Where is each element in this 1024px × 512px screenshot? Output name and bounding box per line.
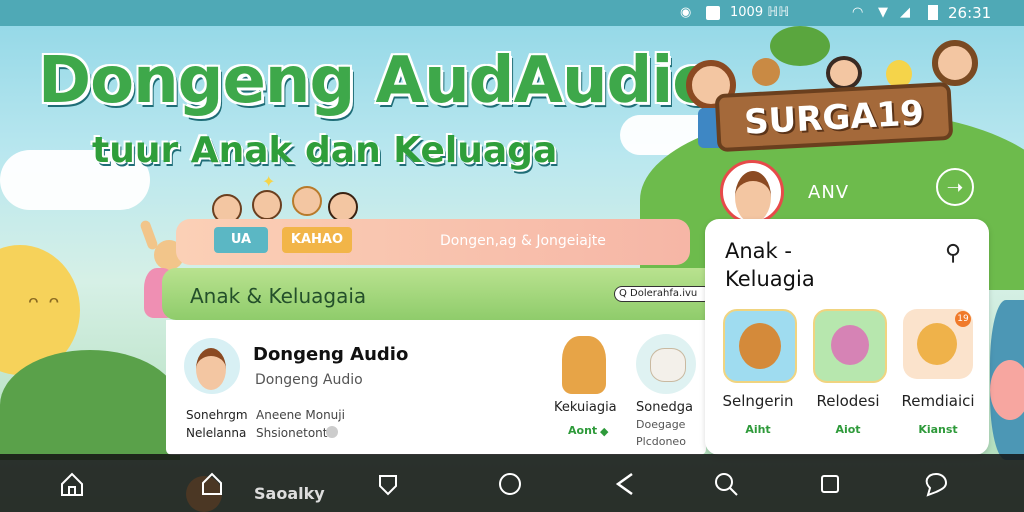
thumb-label-2: Sonedga (636, 400, 693, 415)
peek-label: Saoalky (254, 484, 325, 503)
status-left-text: 1009 ℍℍ (730, 5, 790, 20)
tile-badge: 19 (955, 311, 971, 327)
kid-illustration (826, 56, 862, 90)
meta-value-2: Shsionetonto (256, 426, 335, 440)
back-arrow-icon[interactable] (610, 470, 638, 498)
category-title: Anak & Keluagaia (190, 284, 367, 308)
battery-icon (928, 5, 938, 20)
back-triangle-icon[interactable] (374, 470, 402, 498)
sun-face-icon: ᵔ ᵔ (28, 290, 61, 323)
panel-title: Anak - Keluagia (725, 239, 815, 291)
meta-label-1: Sonehrgm (186, 408, 248, 422)
family-panel[interactable]: Anak - Keluagia ⚲ Selngerin Aiht Relodes… (705, 219, 989, 455)
leaf-icon: ◆ (600, 425, 609, 438)
story-subtitle: Dongeng Audio (255, 372, 363, 388)
circle-home-icon[interactable] (496, 470, 524, 498)
promo-banner[interactable]: UA KAHAO Dongen,ag & Jongeiajte (176, 219, 690, 265)
sign-left: UA (214, 227, 268, 253)
search-icon[interactable]: ⚲ (945, 241, 961, 266)
sparkle-icon: ✦ (262, 172, 276, 191)
wifi-icon: ◠ (852, 5, 864, 20)
category-bar[interactable]: Anak & Keluagaia Q Dolerahfa.ivu (162, 268, 722, 320)
shield-icon: ◉ (680, 5, 692, 20)
tile-label-1: Selngerin (722, 392, 794, 410)
play-dot-icon (326, 426, 338, 438)
thumb-label-1: Kekuiagia (554, 400, 617, 415)
meta-value-1: Aneene Monuji (256, 408, 345, 422)
cell-icon: ◢ (900, 5, 910, 20)
meta-label-2: Nelelanna (186, 426, 247, 440)
banner-text: Dongen,ag & Jongeiajte (440, 233, 606, 249)
search-icon[interactable] (712, 470, 740, 498)
pink-creature (990, 360, 1024, 420)
story-avatar (184, 338, 240, 394)
tile-pig[interactable] (813, 309, 887, 383)
tree-foliage (770, 26, 830, 66)
tile-tag-3: Kianst (918, 423, 958, 436)
tile-tiger[interactable]: 19 (903, 309, 973, 379)
status-bar: ◉ 1009 ℍℍ ◠ ▼ ◢ 26:31 (0, 0, 1024, 26)
home-outline-icon[interactable] (198, 470, 226, 498)
profile-label: ANV (808, 182, 850, 203)
thumb-line2: Doegage (636, 418, 686, 431)
dog-thumbnail[interactable] (636, 334, 696, 394)
clock: 26:31 (948, 4, 992, 22)
sign-right: KAHAO (282, 227, 352, 253)
signboard: SURGA19 (714, 81, 954, 153)
bear-illustration (752, 58, 780, 86)
tile-label-2: Relodesi (816, 392, 880, 410)
lion-thumbnail[interactable] (562, 336, 606, 394)
thumb-line3: Plcdoneo (636, 435, 686, 448)
thumb-tag-1: Aont (568, 424, 598, 437)
bush (0, 350, 180, 460)
tile-lion[interactable] (723, 309, 797, 383)
signboard-text: SURGA19 (743, 93, 925, 143)
story-card[interactable]: Dongeng Audio Dongeng Audio Sonehrgm Ane… (166, 320, 706, 455)
tile-tag-2: Aiot (835, 423, 861, 436)
notification-icon (706, 6, 720, 20)
arrow-forward-icon[interactable]: ➝ (936, 168, 974, 206)
square-recents-icon[interactable] (816, 470, 844, 498)
tile-tag-1: Aiht (745, 423, 771, 436)
boy-illustration (932, 40, 978, 86)
tag-icon[interactable] (922, 470, 950, 498)
story-title: Dongeng Audio (253, 344, 409, 365)
profile-avatar[interactable] (720, 160, 784, 224)
signal-icon: ▼ (878, 5, 888, 20)
app-subtitle: tuur Anak dan Keluaga (92, 130, 558, 171)
app-title: Dongeng AudAudio (38, 44, 716, 118)
navigation-bar: Saoalky (0, 454, 1024, 512)
category-search-pill[interactable]: Q Dolerahfa.ivu (614, 286, 712, 302)
tile-label-3: Remdiaici (901, 392, 975, 410)
home-icon[interactable] (58, 470, 86, 498)
